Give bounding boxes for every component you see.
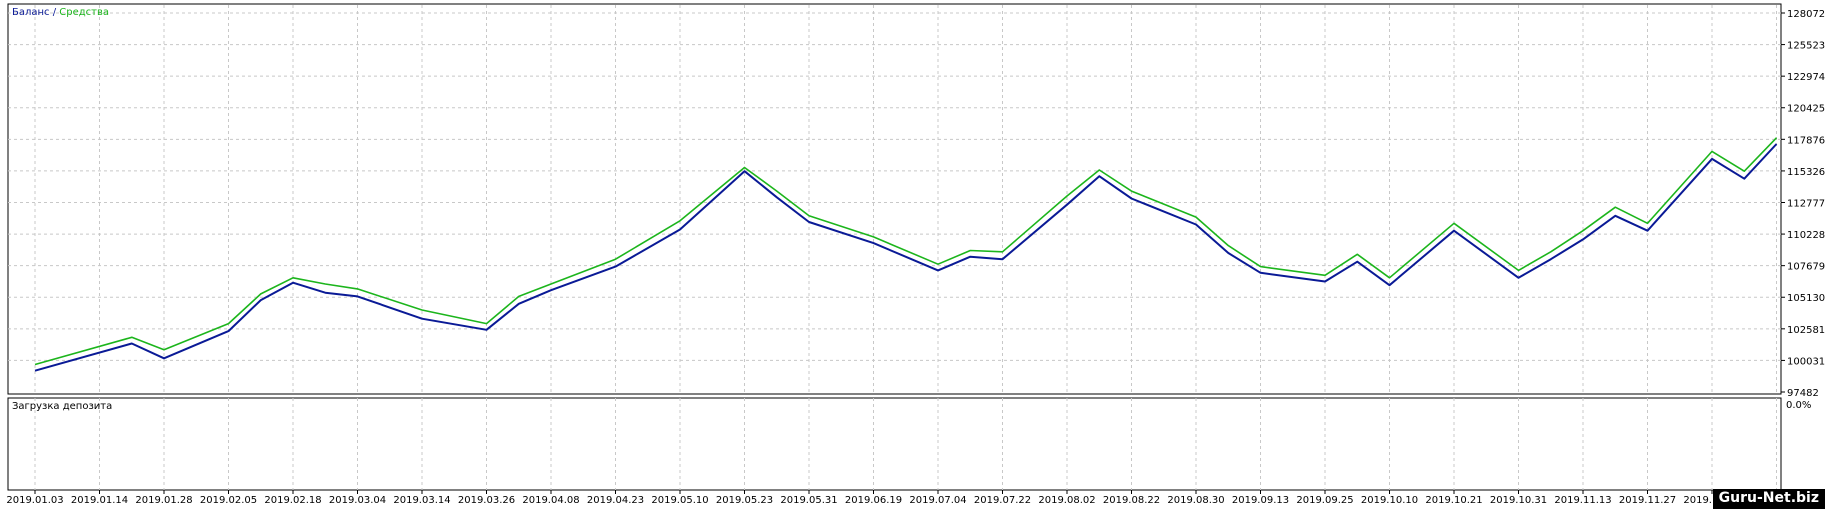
- x-tick-label: 2019.07.22: [974, 495, 1031, 506]
- y-tick-label: 122974: [1787, 72, 1825, 83]
- x-tick-label: 2019.05.23: [716, 495, 773, 506]
- x-tick-label: 2019.03.14: [393, 495, 450, 506]
- x-tick-label: 2019.08.02: [1038, 495, 1095, 506]
- legend-separator: /: [50, 7, 60, 18]
- x-tick-label: 2019.09.25: [1296, 495, 1353, 506]
- y-tick-label: 107679: [1787, 262, 1825, 273]
- x-tick-label: 2019.10.21: [1425, 495, 1482, 506]
- chart-svg: 128072 125523 122974 120425 117876 115326 1127…: [6, 3, 1825, 506]
- x-axis-labels: 2019.01.03 2019.01.14 2019.01.28 2019.02.05…: [6, 490, 1805, 506]
- x-tick-label: 2019.07.04: [909, 495, 966, 506]
- y-tick-label: 97482: [1787, 388, 1819, 399]
- deposit-pane-frame: [7, 397, 1782, 491]
- x-tick-label: 2019.08.22: [1103, 495, 1160, 506]
- x-tick-label: 2019.11.27: [1619, 495, 1676, 506]
- deposit-pane-value: 0.0%: [1786, 400, 1811, 411]
- x-tick-label: 2019.10.31: [1490, 495, 1547, 506]
- x-tick-label: 2019.01.28: [135, 495, 192, 506]
- legend-balance: Баланс: [12, 7, 50, 18]
- y-tick-label: 105130: [1787, 293, 1825, 304]
- x-tick-label: 2019.05.31: [780, 495, 837, 506]
- x-tick-label: 2019.02.18: [264, 495, 321, 506]
- x-tick-label: 2019.03.26: [458, 495, 515, 506]
- y-tick-label: 125523: [1787, 41, 1825, 52]
- y-axis-labels: 128072 125523 122974 120425 117876 115326 1127…: [1781, 9, 1825, 399]
- legend: Баланс / Средства: [12, 7, 109, 18]
- x-tick-label: 2019.10.10: [1361, 495, 1418, 506]
- x-tick-label: 2019.09.13: [1232, 495, 1289, 506]
- x-tick-label: 2019.11.13: [1554, 495, 1611, 506]
- x-tick-label: 2019.01.14: [71, 495, 128, 506]
- x-tick-label: 2019.02.05: [200, 495, 257, 506]
- y-tick-label: 100031: [1787, 356, 1825, 367]
- x-tick-label: 2019.05.10: [651, 495, 708, 506]
- x-tick-label: 2019.01.03: [6, 495, 63, 506]
- main-pane-frame: [7, 3, 1782, 395]
- x-tick-label: 2019.04.23: [587, 495, 644, 506]
- y-tick-label: 120425: [1787, 104, 1825, 115]
- y-tick-label: 102581: [1787, 325, 1825, 336]
- y-tick-label: 112777: [1787, 199, 1825, 210]
- x-tick-label: 2019.03.04: [329, 495, 386, 506]
- x-tick-label: 2019.04.08: [522, 495, 579, 506]
- deposit-pane-label: Загрузка депозита: [12, 401, 112, 412]
- y-tick-label: 117876: [1787, 135, 1825, 146]
- y-tick-label: 115326: [1787, 167, 1825, 178]
- x-tick-label: 2019.08.30: [1167, 495, 1224, 506]
- watermark: Guru-Net.biz: [1712, 489, 1825, 509]
- y-tick-label: 110228: [1787, 230, 1825, 241]
- y-tick-label: 128072: [1787, 9, 1825, 20]
- legend-equity: Средства: [59, 7, 109, 18]
- x-tick-label: 2019.06.19: [845, 495, 902, 506]
